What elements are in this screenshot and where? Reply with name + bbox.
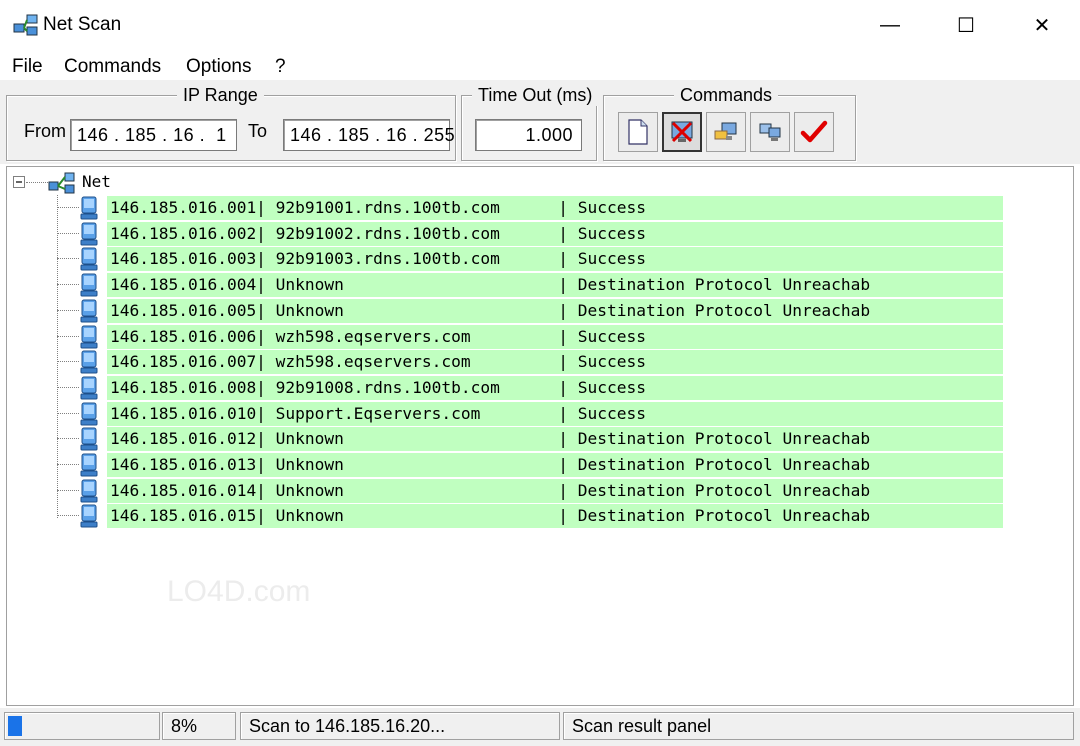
- tree-row-text: 146.185.016.004| Unknown | Destination P…: [107, 273, 1003, 298]
- tree-row-text: 146.185.016.015| Unknown | Destination P…: [107, 504, 1003, 529]
- close-icon: ✕: [1033, 14, 1051, 37]
- new-button[interactable]: [618, 112, 658, 152]
- menu-help[interactable]: ?: [275, 56, 286, 78]
- tree-row[interactable]: 146.185.016.005| Unknown | Destination P…: [7, 298, 1007, 324]
- to-ip-input[interactable]: 146 . 185 . 16 . 255: [283, 119, 455, 151]
- stop-scan-icon: [671, 121, 693, 143]
- window-title: Net Scan: [43, 14, 122, 35]
- tree-row-text: 146.185.016.002| 92b91002.rdns.100tb.com…: [107, 221, 1003, 246]
- tree-row[interactable]: 146.185.016.010| Support.Eqservers.com |…: [7, 401, 1007, 427]
- tree-row[interactable]: 146.185.016.008| 92b91008.rdns.100tb.com…: [7, 375, 1007, 401]
- tree-row[interactable]: 146.185.016.012| Unknown | Destination P…: [7, 426, 1007, 452]
- confirm-button[interactable]: [794, 112, 834, 152]
- from-label: From: [24, 121, 66, 141]
- minimize-button[interactable]: —: [852, 0, 928, 50]
- tree-row[interactable]: 146.185.016.003| 92b91003.rdns.100tb.com…: [7, 246, 1007, 272]
- ip-range-group: IP Range From 146 . 185 . 16 . 1 To 146 …: [6, 85, 456, 161]
- computer-icon: [80, 196, 98, 220]
- network-computer-icon: [714, 122, 737, 140]
- stop-scan-button[interactable]: [662, 112, 702, 152]
- timeout-label: Time Out (ms): [472, 85, 599, 106]
- timeout-input[interactable]: 1.000: [475, 119, 582, 151]
- check-icon: [800, 120, 828, 143]
- computer-icon: [80, 350, 98, 374]
- network-app-icon: [13, 14, 38, 36]
- commands-group: Commands: [603, 85, 856, 161]
- network-icon: [48, 172, 75, 194]
- computer-icon: [80, 479, 98, 503]
- computer-icon: [80, 504, 98, 528]
- tree-row-text: 146.185.016.010| Support.Eqservers.com |…: [107, 401, 1003, 426]
- computer-icon: [80, 273, 98, 297]
- tree-row-text: 146.185.016.014| Unknown | Destination P…: [107, 478, 1003, 503]
- toolbar: IP Range From 146 . 185 . 16 . 1 To 146 …: [0, 80, 1080, 164]
- tree-row-text: 146.185.016.003| 92b91003.rdns.100tb.com…: [107, 247, 1003, 272]
- tree-row-text: 146.185.016.013| Unknown | Destination P…: [107, 453, 1003, 477]
- computer-icon: [80, 427, 98, 451]
- watermark-text: LO4D.com: [167, 575, 311, 608]
- tree-row-text: 146.185.016.001| 92b91001.rdns.100tb.com…: [107, 196, 1003, 220]
- scan-status-text: Scan to 146.185.16.20...: [240, 712, 560, 740]
- maximize-icon: ☐: [957, 14, 975, 37]
- tree-row[interactable]: 146.185.016.007| wzh598.eqservers.com | …: [7, 349, 1007, 375]
- close-button[interactable]: ✕: [1004, 0, 1080, 50]
- computers-icon: [759, 123, 781, 141]
- tree-row[interactable]: 146.185.016.006| wzh598.eqservers.com | …: [7, 324, 1007, 350]
- computer-icon: [80, 247, 98, 271]
- title-bar: Net Scan — ☐ ✕: [0, 0, 1080, 50]
- commands-label: Commands: [674, 85, 779, 106]
- menu-options[interactable]: Options: [186, 56, 251, 78]
- new-document-icon: [628, 119, 648, 145]
- menu-file[interactable]: File: [12, 56, 43, 78]
- computers-button[interactable]: [750, 112, 790, 152]
- progress-fill: [8, 716, 22, 736]
- maximize-button[interactable]: ☐: [928, 0, 1004, 50]
- tree-row[interactable]: 146.185.016.004| Unknown | Destination P…: [7, 272, 1007, 298]
- menu-bar: File Commands Options ?: [0, 52, 1080, 80]
- computer-icon: [80, 325, 98, 348]
- scan-network-button[interactable]: [706, 112, 746, 152]
- tree-row-text: 146.185.016.005| Unknown | Destination P…: [107, 298, 1003, 323]
- computer-icon: [80, 402, 98, 426]
- computer-icon: [80, 453, 98, 477]
- computer-icon: [80, 299, 98, 323]
- tree-row-text: 146.185.016.012| Unknown | Destination P…: [107, 427, 1003, 452]
- menu-commands[interactable]: Commands: [64, 56, 161, 78]
- timeout-group: Time Out (ms) 1.000: [461, 85, 599, 161]
- tree-row[interactable]: 146.185.016.014| Unknown | Destination P…: [7, 478, 1007, 504]
- scan-results-tree[interactable]: Net 146.185.016.001| 92b91001.rdns.100tb…: [6, 166, 1074, 706]
- tree-row-text: 146.185.016.008| 92b91008.rdns.100tb.com…: [107, 375, 1003, 400]
- tree-row[interactable]: 146.185.016.002| 92b91002.rdns.100tb.com…: [7, 221, 1007, 247]
- result-panel-text: Scan result panel: [563, 712, 1074, 740]
- tree-root-label: Net: [82, 172, 111, 191]
- to-label: To: [248, 121, 268, 141]
- progress-percent: 8%: [162, 712, 236, 740]
- collapse-icon[interactable]: [13, 176, 25, 188]
- ip-range-label: IP Range: [177, 85, 264, 106]
- tree-row[interactable]: 146.185.016.015| Unknown | Destination P…: [7, 503, 1007, 529]
- from-ip-input[interactable]: 146 . 185 . 16 . 1: [70, 119, 237, 151]
- progress-bar: [4, 712, 160, 740]
- tree-row-text: 146.185.016.007| wzh598.eqservers.com | …: [107, 350, 1003, 375]
- tree-row[interactable]: 146.185.016.001| 92b91001.rdns.100tb.com…: [7, 195, 1007, 221]
- computer-icon: [80, 222, 98, 246]
- status-bar: 8% Scan to 146.185.16.20... Scan result …: [0, 708, 1080, 746]
- computer-icon: [80, 376, 98, 400]
- tree-row-text: 146.185.016.006| wzh598.eqservers.com | …: [107, 324, 1003, 349]
- tree-row[interactable]: 146.185.016.013| Unknown | Destination P…: [7, 452, 1007, 478]
- minimize-icon: —: [880, 13, 900, 36]
